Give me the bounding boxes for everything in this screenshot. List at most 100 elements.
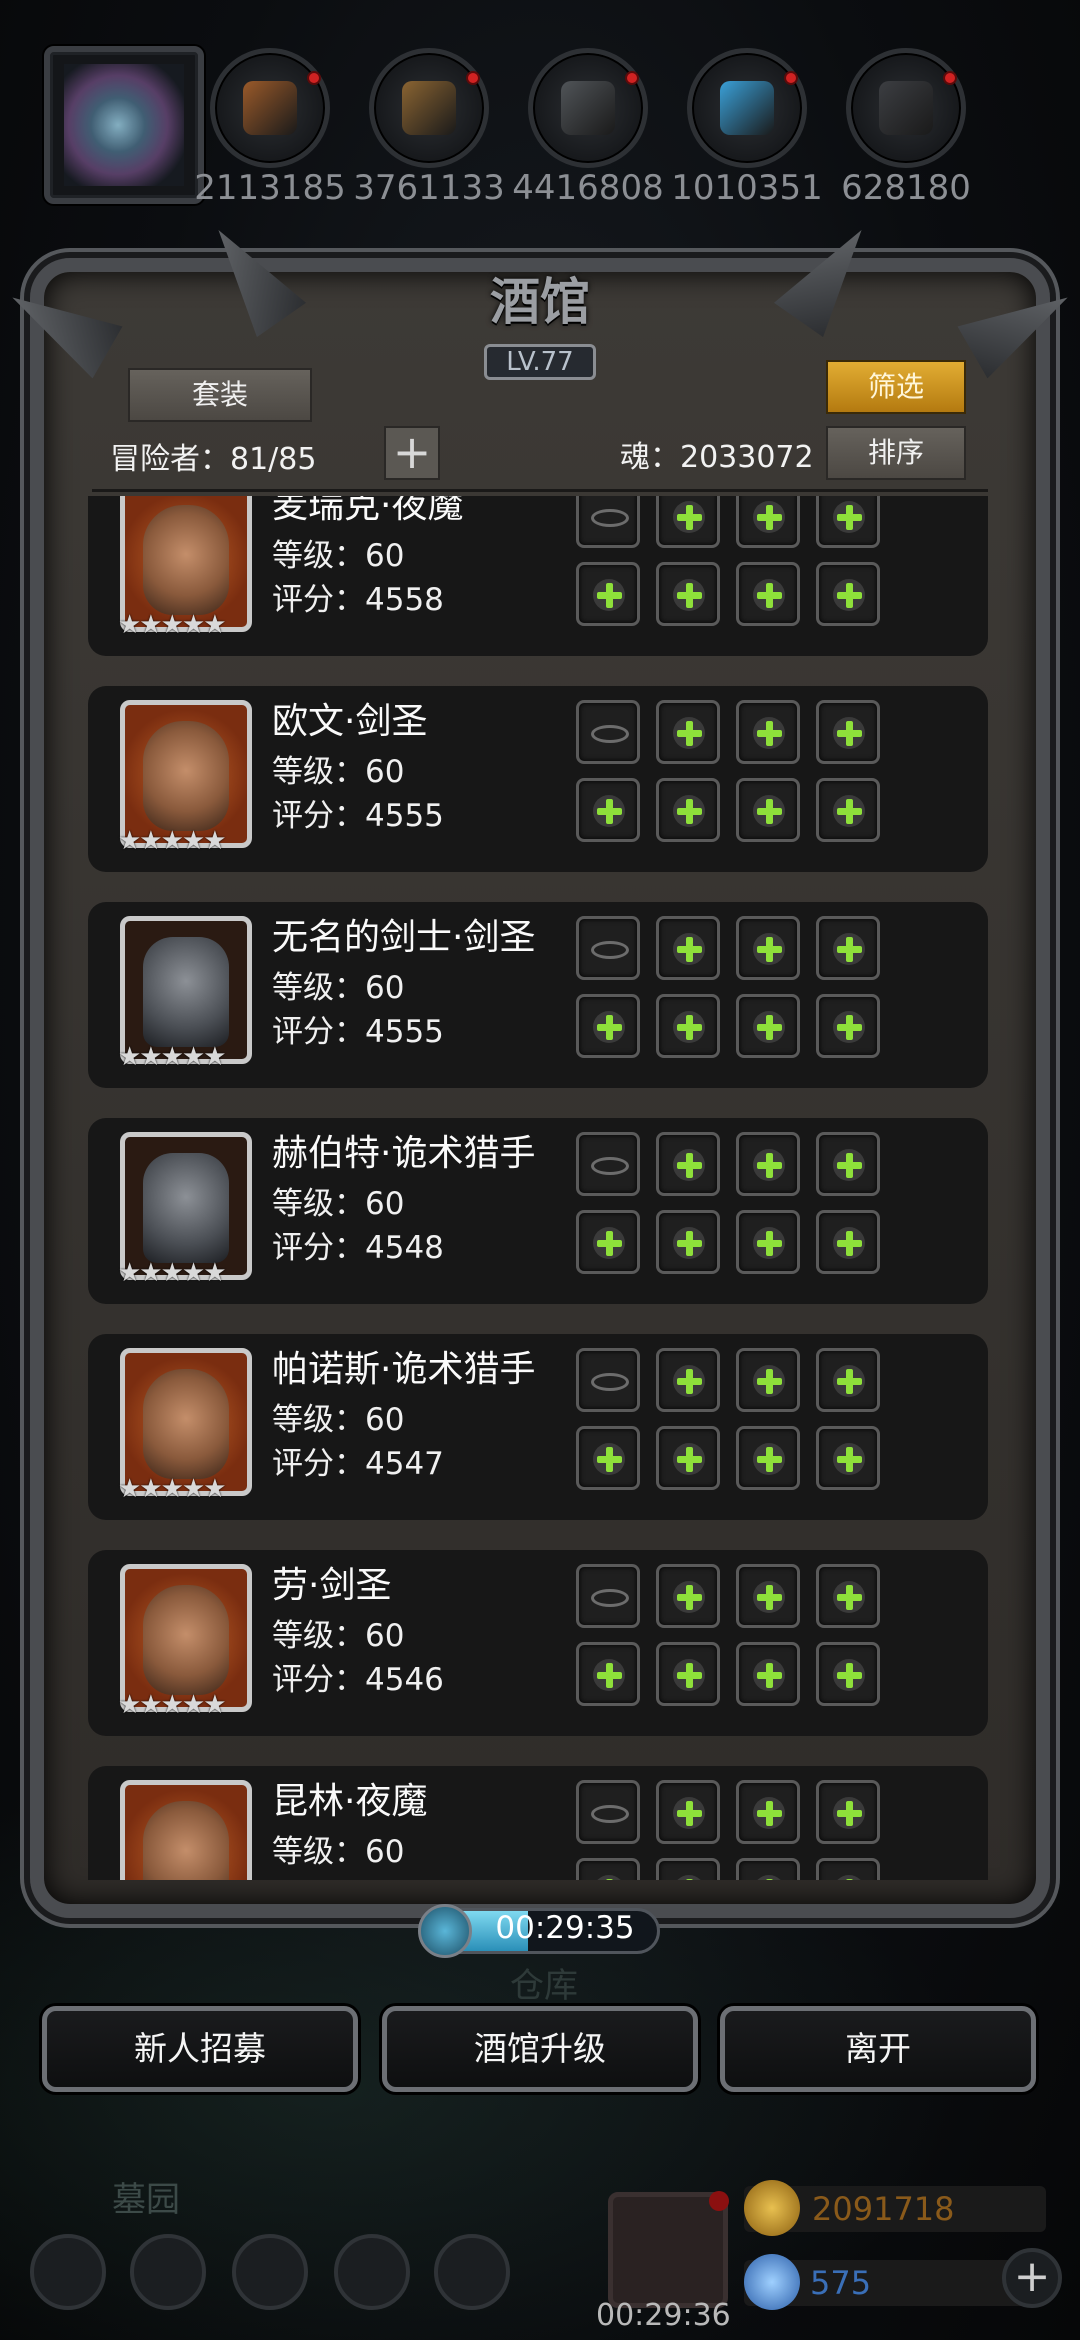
ring-slot-icon[interactable] <box>576 1780 640 1844</box>
add-gems-button[interactable]: + <box>1002 2248 1062 2308</box>
settings-icon[interactable] <box>30 2234 106 2310</box>
building-icon[interactable] <box>232 2234 308 2310</box>
equip-slot-icon[interactable] <box>576 1642 640 1706</box>
equip-slot-icon[interactable] <box>656 1348 720 1412</box>
equip-slot-icon[interactable] <box>576 1210 640 1274</box>
equip-slot-icon[interactable] <box>816 916 880 980</box>
equip-slot-icon[interactable] <box>736 562 800 626</box>
recruit-button[interactable]: 新人招募 <box>42 2006 358 2092</box>
equip-slot-icon[interactable] <box>656 1426 720 1490</box>
equip-slot-icon[interactable] <box>736 1426 800 1490</box>
equip-slot-icon[interactable] <box>816 496 880 548</box>
equip-slot-icon[interactable] <box>816 1564 880 1628</box>
hero-card[interactable]: ★★★★★ 无名的剑士·剑圣 等级：60 评分：4555 <box>88 902 988 1088</box>
equip-slot-icon[interactable] <box>656 778 720 842</box>
equip-slot-icon[interactable] <box>736 1132 800 1196</box>
crystal-icon[interactable] <box>687 48 807 168</box>
equip-slot-icon[interactable] <box>816 1132 880 1196</box>
tavern-level-badge: LV.77 <box>484 344 596 380</box>
equip-slot-icon[interactable] <box>736 1780 800 1844</box>
ring-icon <box>591 1805 629 1823</box>
player-avatar[interactable] <box>44 46 204 204</box>
equip-slot-icon[interactable] <box>656 562 720 626</box>
add-equipment-icon <box>673 1011 705 1043</box>
equip-slot-icon[interactable] <box>736 994 800 1058</box>
hero-face <box>143 1153 229 1263</box>
ring-slot-icon[interactable] <box>576 700 640 764</box>
hero-icon[interactable] <box>130 2234 206 2310</box>
leave-button[interactable]: 离开 <box>720 2006 1036 2092</box>
hero-list[interactable]: ★★★★★ 麦瑞克·夜魔 等级：60 评分：4558 ★★★★★ 欧文·剑圣 等级：60 评分… <box>88 496 988 1880</box>
equip-slot-icon[interactable] <box>816 1642 880 1706</box>
equip-slot-icon[interactable] <box>736 1564 800 1628</box>
equip-slot-icon[interactable] <box>816 994 880 1058</box>
equip-slot-icon[interactable] <box>816 1210 880 1274</box>
meat-icon[interactable] <box>210 48 330 168</box>
iron-icon[interactable] <box>528 48 648 168</box>
equip-slot-icon[interactable] <box>656 1642 720 1706</box>
equip-slot-icon[interactable] <box>816 1780 880 1844</box>
equip-slot-icon[interactable] <box>656 1210 720 1274</box>
equip-slot-icon[interactable] <box>816 700 880 764</box>
equip-slot-icon[interactable] <box>576 562 640 626</box>
equip-slot-icon[interactable] <box>736 700 800 764</box>
add-equipment-icon <box>673 795 705 827</box>
equip-slot-icon[interactable] <box>816 1426 880 1490</box>
ring-slot-icon[interactable] <box>576 1348 640 1412</box>
add-equipment-icon <box>753 1443 785 1475</box>
hero-card[interactable]: ★★★★★ 帕诺斯·诡术猎手 等级：60 评分：4547 <box>88 1334 988 1520</box>
equip-slot-icon[interactable] <box>816 778 880 842</box>
equip-slot-icon[interactable] <box>736 1210 800 1274</box>
wood-icon[interactable] <box>369 48 489 168</box>
gift-icon[interactable] <box>608 2191 729 2308</box>
add-equipment-icon <box>673 933 705 965</box>
equip-slot-icon[interactable] <box>576 1858 640 1880</box>
add-equipment-icon <box>833 1443 865 1475</box>
equip-slot-icon[interactable] <box>736 496 800 548</box>
add-equipment-icon <box>593 1443 625 1475</box>
stone-icon[interactable] <box>846 48 966 168</box>
equip-slot-icon[interactable] <box>736 916 800 980</box>
equip-slot-icon[interactable] <box>736 1858 800 1880</box>
equip-slot-icon[interactable] <box>656 496 720 548</box>
warehouse-label: 仓库 <box>510 1966 578 2006</box>
equip-slot-icon[interactable] <box>576 1426 640 1490</box>
equip-slot-icon[interactable] <box>656 1780 720 1844</box>
filter-button[interactable]: 筛选 <box>826 360 966 414</box>
ring-slot-icon[interactable] <box>576 1564 640 1628</box>
equip-slot-icon[interactable] <box>816 1348 880 1412</box>
add-equipment-icon <box>833 933 865 965</box>
dice-icon[interactable] <box>434 2234 510 2310</box>
tavern-upgrade-button[interactable]: 酒馆升级 <box>382 2006 698 2092</box>
hero-card[interactable]: ★★★★★ 欧文·剑圣 等级：60 评分：4555 <box>88 686 988 872</box>
equip-slot-icon[interactable] <box>656 1564 720 1628</box>
equip-slot-icon[interactable] <box>656 1858 720 1880</box>
equip-slot-icon[interactable] <box>656 994 720 1058</box>
hero-card[interactable]: 昆林·夜魔 等级：60 <box>88 1766 988 1880</box>
ring-slot-icon[interactable] <box>576 1132 640 1196</box>
hero-card[interactable]: ★★★★★ 劳·剑圣 等级：60 评分：4546 <box>88 1550 988 1736</box>
notification-dot <box>307 71 321 85</box>
equip-slot-icon[interactable] <box>736 778 800 842</box>
ring-icon <box>591 1157 629 1175</box>
equip-slot-icon[interactable] <box>656 700 720 764</box>
mail-icon[interactable] <box>334 2234 410 2310</box>
equip-slot-icon[interactable] <box>656 1132 720 1196</box>
equip-slot-icon[interactable] <box>576 778 640 842</box>
equip-slot-icon[interactable] <box>816 562 880 626</box>
equip-slot-icon[interactable] <box>656 916 720 980</box>
set-button[interactable]: 套装 <box>128 368 312 422</box>
equip-slot-icon[interactable] <box>736 1348 800 1412</box>
sort-button[interactable]: 排序 <box>826 426 966 480</box>
ring-slot-icon[interactable] <box>576 916 640 980</box>
hero-card[interactable]: ★★★★★ 麦瑞克·夜魔 等级：60 评分：4558 <box>88 496 988 656</box>
ring-slot-icon[interactable] <box>576 496 640 548</box>
equip-slot-icon[interactable] <box>816 1858 880 1880</box>
equip-slot-icon[interactable] <box>736 1642 800 1706</box>
timer-text: 00:29:35 <box>495 1910 635 1946</box>
add-adventurer-button[interactable]: + <box>384 426 440 480</box>
add-equipment-icon <box>833 1227 865 1259</box>
hero-card[interactable]: ★★★★★ 赫伯特·诡术猎手 等级：60 评分：4548 <box>88 1118 988 1304</box>
add-equipment-icon <box>833 1875 865 1880</box>
equip-slot-icon[interactable] <box>576 994 640 1058</box>
